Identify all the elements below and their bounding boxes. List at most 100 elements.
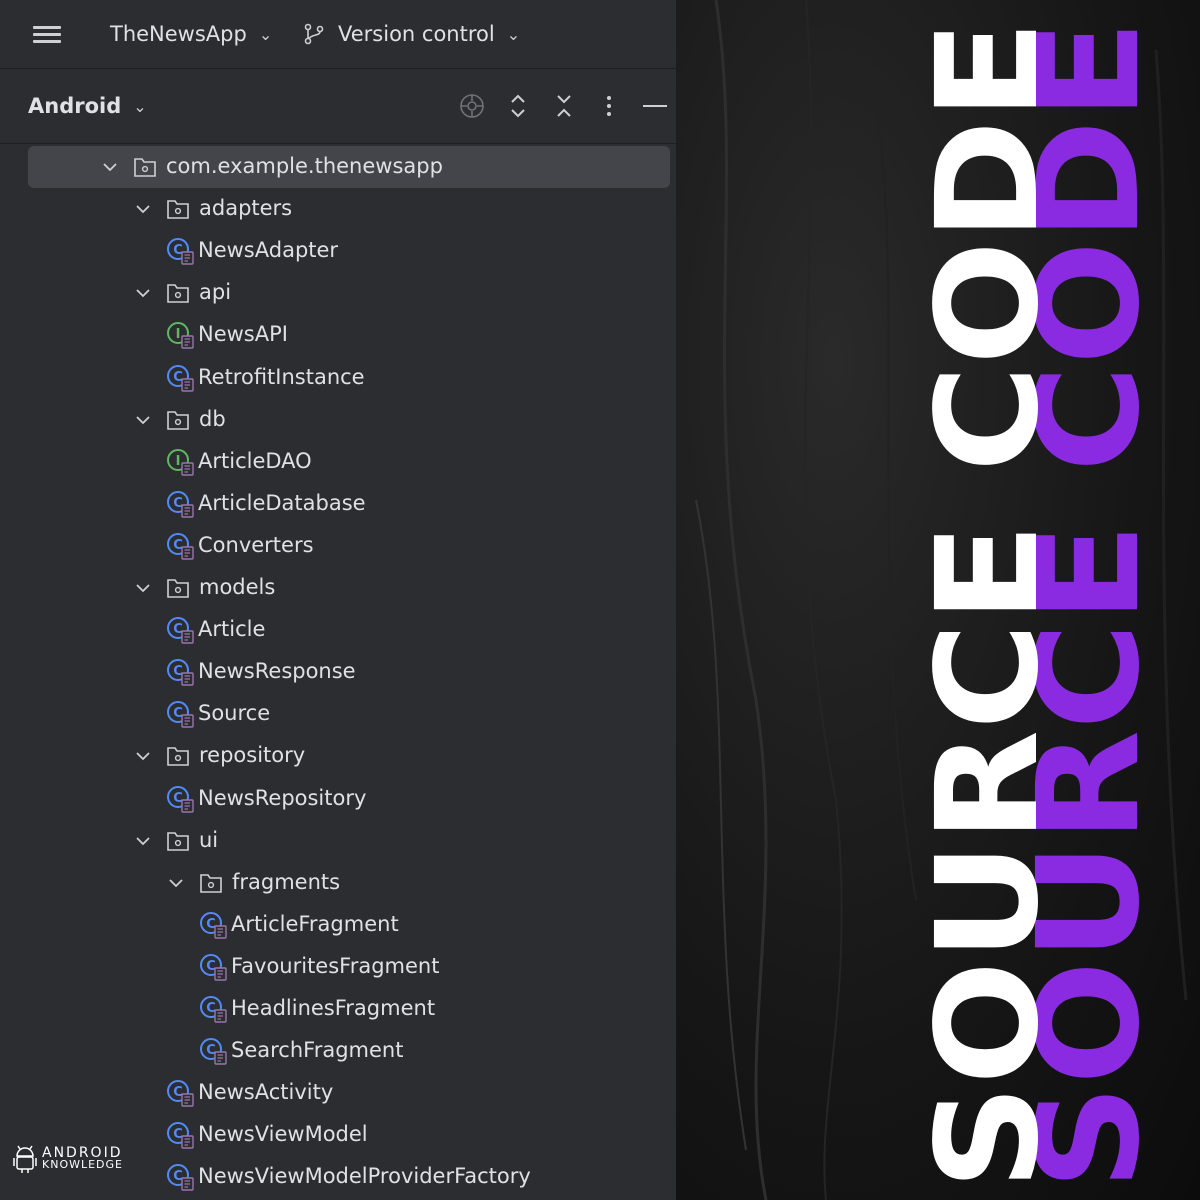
kotlin-class-icon: C — [166, 490, 194, 518]
package-folder-icon — [166, 745, 190, 767]
tree-folder-row[interactable]: models — [0, 567, 676, 609]
tree-item-label: db — [199, 406, 226, 431]
tree-item-label: fragments — [232, 869, 341, 894]
crosshair-icon — [460, 94, 484, 118]
kotlin-class-icon: C — [199, 995, 227, 1023]
chevron-down-icon[interactable] — [133, 578, 153, 598]
kotlin-interface-icon: I — [166, 321, 194, 350]
tree-item-label: Article — [198, 617, 266, 642]
tree-file-row[interactable]: C Converters — [0, 525, 676, 567]
tree-item-label: ArticleFragment — [231, 911, 399, 936]
chevron-down-icon[interactable] — [133, 283, 153, 303]
version-control-widget[interactable]: Version control ⌄ — [302, 0, 520, 68]
tree-folder-row[interactable]: api — [0, 272, 676, 314]
tree-folder-row[interactable]: fragments — [0, 862, 676, 904]
project-widget[interactable]: TheNewsApp ⌄ — [110, 0, 272, 68]
tree-folder-row[interactable]: com.example.thenewsapp — [0, 146, 676, 188]
tree-file-row[interactable]: C SearchFragment — [0, 1030, 676, 1072]
tree-file-row[interactable]: C NewsRepository — [0, 778, 676, 820]
expand-all-button[interactable] — [502, 69, 534, 143]
tree-file-row[interactable]: C ArticleFragment — [0, 904, 676, 946]
tree-folder-row[interactable]: adapters — [0, 188, 676, 230]
kotlin-class-icon: C — [166, 616, 194, 644]
collapse-all-button[interactable] — [548, 69, 580, 143]
tree-folder-row[interactable]: ui — [0, 820, 676, 862]
kotlin-class-icon: C — [199, 911, 227, 939]
tree-item-label: NewsActivity — [198, 1080, 334, 1105]
chevron-down-icon: ⌄ — [133, 96, 147, 116]
tree-file-row[interactable]: C NewsResponse — [0, 651, 676, 693]
tree-item-label: SearchFragment — [231, 1038, 404, 1063]
tree-file-row[interactable]: C HeadlinesFragment — [0, 988, 676, 1030]
hamburger-icon — [33, 22, 61, 47]
tree-item-label: models — [199, 575, 276, 599]
package-folder-icon — [166, 830, 190, 852]
kotlin-class-icon: C — [166, 1163, 194, 1192]
tree-file-row[interactable]: C Source — [0, 693, 676, 735]
tree-item-label: adapters — [199, 196, 293, 221]
tree-file-row[interactable]: C FavouritesFragment — [0, 946, 676, 988]
package-folder-icon — [166, 198, 190, 220]
tree-item-label: ArticleDatabase — [198, 490, 366, 515]
tree-folder-row[interactable]: db — [0, 399, 676, 441]
minimize-icon — [643, 105, 667, 107]
source-code-banner: SOURCE CODE SOURCE CODE — [676, 0, 1200, 1200]
vcs-label: Version control — [338, 22, 495, 46]
tree-item-label: ArticleDAO — [198, 448, 312, 473]
project-name: TheNewsApp — [110, 22, 247, 46]
tree-item-label: NewsViewModelProviderFactory — [198, 1164, 531, 1189]
android-robot-icon — [13, 1145, 37, 1173]
kotlin-class-icon: C — [199, 953, 227, 981]
main-menu-button[interactable] — [33, 0, 63, 68]
package-folder-icon — [133, 156, 157, 178]
tree-item-label: NewsResponse — [198, 659, 356, 684]
banner-text-white: SOURCE CODE — [907, 20, 1070, 1190]
chevron-down-icon[interactable] — [133, 199, 153, 219]
chevron-down-icon[interactable] — [166, 873, 186, 893]
tree-file-row[interactable]: C ArticleDatabase — [0, 483, 676, 525]
tree-file-row[interactable]: C NewsActivity — [0, 1072, 676, 1114]
tree-folder-row[interactable]: repository — [0, 735, 676, 777]
package-folder-icon — [166, 577, 190, 599]
kotlin-class-icon: C — [166, 237, 194, 265]
tree-item-label: ui — [199, 827, 219, 852]
tree-file-row[interactable]: I ArticleDAO — [0, 441, 676, 483]
kotlin-class-icon: C — [166, 1079, 194, 1107]
chevron-down-icon[interactable] — [133, 410, 153, 430]
chevron-down-icon[interactable] — [100, 157, 120, 177]
chevron-down-icon: ⌄ — [506, 24, 521, 44]
tree-item-label: NewsRepository — [198, 785, 367, 810]
tree-file-row[interactable]: C Article — [0, 609, 676, 651]
view-label: Android — [28, 94, 122, 118]
tree-item-label: HeadlinesFragment — [231, 996, 436, 1020]
chevron-down-icon[interactable] — [133, 831, 153, 851]
view-selector[interactable]: Android ⌄ — [28, 69, 147, 143]
tree-item-label: api — [199, 280, 232, 305]
expand-icon — [511, 94, 525, 118]
kotlin-class-icon: C — [199, 1037, 227, 1065]
tree-item-label: Converters — [198, 532, 314, 557]
svg-text:I: I — [176, 327, 181, 342]
hide-button[interactable] — [639, 69, 671, 143]
kotlin-class-icon: C — [166, 658, 194, 686]
tree-item-label: repository — [199, 743, 306, 768]
kotlin-class-icon: C — [166, 785, 194, 813]
project-tool-window: TheNewsApp ⌄ Version control ⌄ Android ⌄ — [0, 0, 676, 1200]
tree-file-row[interactable]: I NewsAPI — [0, 314, 676, 356]
kotlin-class-icon: C — [166, 532, 194, 560]
tree-file-row[interactable]: C RetrofitInstance — [0, 357, 676, 399]
tree-item-label: FavouritesFragment — [231, 953, 440, 978]
select-opened-file-button[interactable] — [456, 69, 488, 143]
title-bar: TheNewsApp ⌄ Version control ⌄ — [0, 0, 676, 69]
package-folder-icon — [166, 409, 190, 431]
kotlin-class-icon: C — [166, 1121, 194, 1149]
tree-file-row[interactable]: C NewsAdapter — [0, 230, 676, 272]
tree-item-label: RetrofitInstance — [198, 364, 365, 389]
options-button[interactable] — [593, 69, 625, 143]
chevron-down-icon[interactable] — [133, 746, 153, 766]
android-knowledge-logo: ANDROID KNOWLEDGE — [12, 1144, 123, 1174]
package-folder-icon — [166, 282, 190, 304]
tree-item-label: Source — [198, 701, 271, 726]
chevron-down-icon: ⌄ — [258, 24, 273, 44]
tree-item-label: NewsViewModel — [198, 1122, 368, 1147]
